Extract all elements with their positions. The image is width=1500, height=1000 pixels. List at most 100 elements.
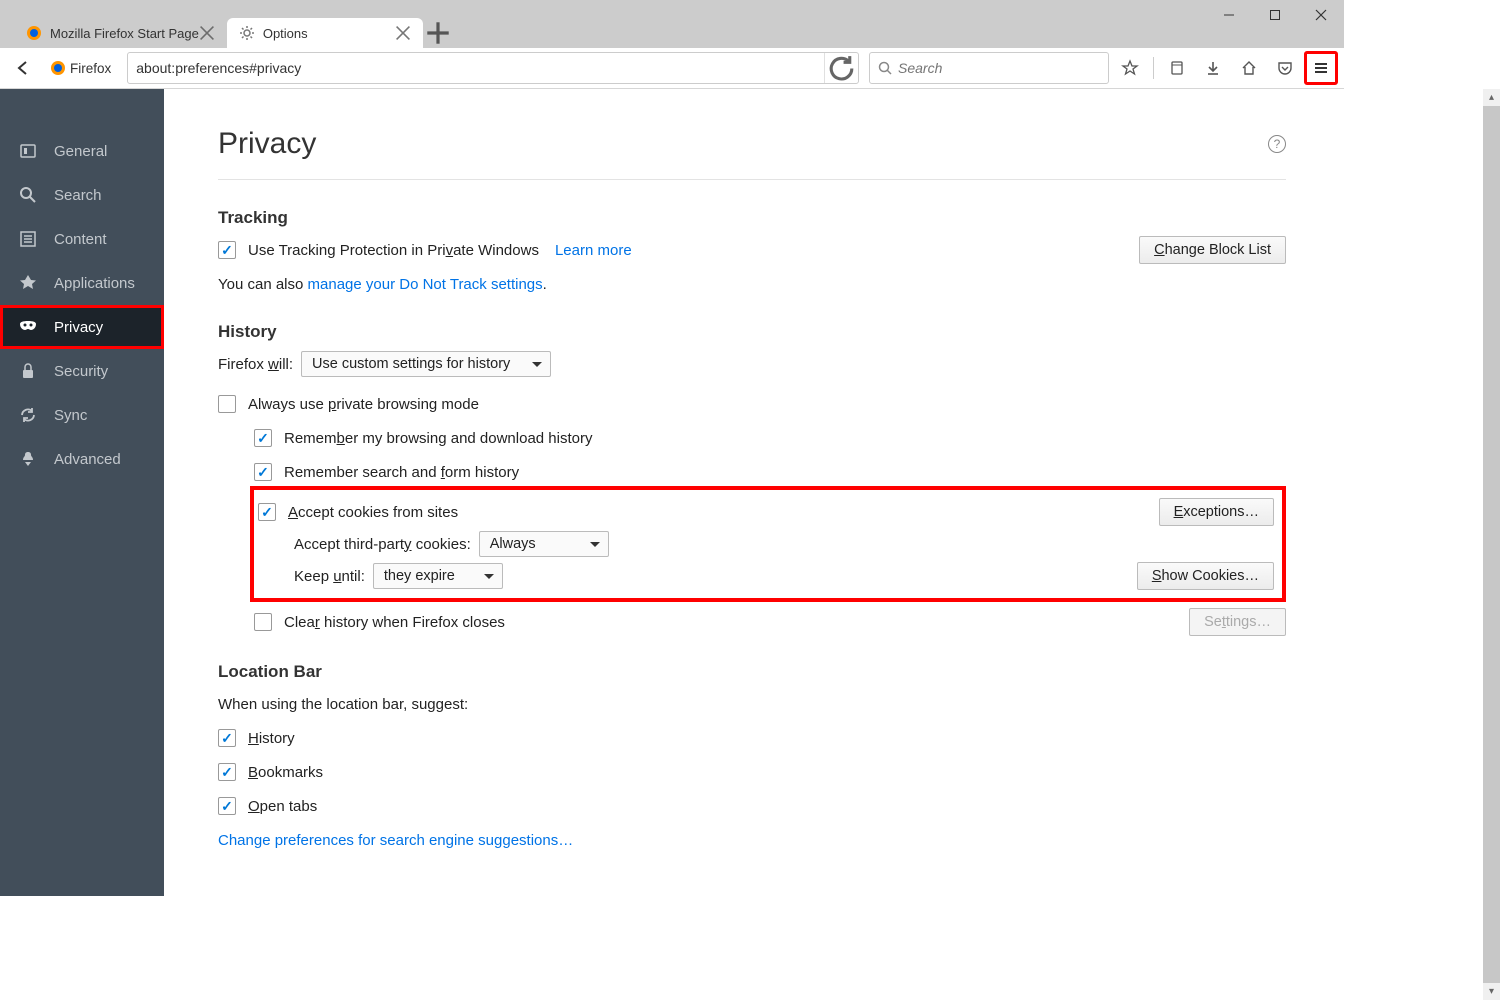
home-button[interactable] [1232,51,1266,85]
sidebar-item-label: Sync [54,407,87,424]
preferences-sidebar: General Search Content Applications Priv… [0,89,164,896]
downloads-button[interactable] [1196,51,1230,85]
manage-dnt-link[interactable]: manage your Do Not Track settings [308,276,543,293]
cookies-highlight-box: Accept cookies from sites Exceptions… Ac… [250,486,1286,602]
always-private-label: Always use private browsing mode [248,396,479,413]
vertical-scrollbar[interactable]: ▴ ▾ [1483,89,1500,1000]
third-party-label: Accept third-party cookies: [294,536,471,553]
tab-label: Options [263,26,308,41]
accept-cookies-checkbox[interactable] [258,503,276,521]
clear-on-close-checkbox[interactable] [254,613,272,631]
hamburger-menu-button[interactable] [1304,51,1338,85]
search-bar[interactable] [869,52,1109,84]
scroll-up-arrow[interactable]: ▴ [1483,89,1500,106]
third-party-select[interactable]: Always [479,531,609,557]
lock-icon [18,361,38,381]
help-icon[interactable]: ? [1268,135,1286,153]
tracking-protection-checkbox[interactable] [218,241,236,259]
scrollbar-thumb[interactable] [1483,106,1500,983]
new-tab-button[interactable] [423,18,453,48]
identity-box[interactable]: Firefox [44,60,117,76]
content-icon [18,229,38,249]
section-heading-tracking: Tracking [218,208,1286,228]
remember-searchform-checkbox[interactable] [254,463,272,481]
suggest-history-checkbox[interactable] [218,729,236,747]
pocket-button[interactable] [1268,51,1302,85]
sidebar-item-applications[interactable]: Applications [0,261,164,305]
sidebar-item-advanced[interactable]: Advanced [0,437,164,481]
window-maximize-button[interactable] [1252,0,1298,30]
suggest-opentabs-checkbox[interactable] [218,797,236,815]
sidebar-item-label: Privacy [54,319,103,336]
keep-until-select[interactable]: they expire [373,563,503,589]
url-bar[interactable] [127,52,859,84]
window-titlebar: Mozilla Firefox Start Page Options [0,0,1344,48]
nav-toolbar: Firefox [0,48,1344,89]
url-input[interactable] [128,60,824,76]
privacy-mask-icon [18,317,38,337]
history-mode-select[interactable]: Use custom settings for history [301,351,551,377]
sidebar-item-search[interactable]: Search [0,173,164,217]
search-icon [18,185,38,205]
sidebar-item-label: Applications [54,275,135,292]
sidebar-item-sync[interactable]: Sync [0,393,164,437]
sidebar-item-label: General [54,143,107,160]
general-icon [18,141,38,161]
tab-start-page[interactable]: Mozilla Firefox Start Page [14,18,227,48]
firefox-icon [26,25,42,41]
keep-until-label: Keep until: [294,568,365,585]
change-search-suggestions-link[interactable]: Change preferences for search engine sug… [218,832,573,849]
always-private-checkbox[interactable] [218,395,236,413]
dnt-text: You can also manage your Do Not Track se… [218,276,547,293]
show-cookies-button[interactable]: Show Cookies… [1137,562,1274,590]
page-title: Privacy ? [218,127,1286,180]
remember-history-checkbox[interactable] [254,429,272,447]
gear-icon [239,25,255,41]
clear-on-close-label: Clear history when Firefox closes [284,614,505,631]
sidebar-item-label: Search [54,187,102,204]
advanced-icon [18,449,38,469]
sidebar-item-general[interactable]: General [0,129,164,173]
window-close-button[interactable] [1298,0,1344,30]
reload-button[interactable] [824,53,858,83]
preferences-main: Privacy ? Tracking Use Tracking Protecti… [164,89,1344,896]
exceptions-button[interactable]: Exceptions… [1159,498,1274,526]
search-icon [878,61,892,75]
identity-label: Firefox [70,61,111,76]
tab-options[interactable]: Options [227,18,423,48]
bookmark-star-button[interactable] [1113,51,1147,85]
remember-history-label: Remember my browsing and download histor… [284,430,592,447]
scroll-down-arrow[interactable]: ▾ [1483,983,1500,1000]
library-button[interactable] [1160,51,1194,85]
search-input[interactable] [898,60,1100,76]
suggest-bookmarks-label: Bookmarks [248,764,323,781]
sidebar-item-privacy[interactable]: Privacy [0,305,164,349]
location-intro-text: When using the location bar, suggest: [218,696,468,713]
firefox-will-label: Firefox will: [218,356,293,373]
suggest-bookmarks-checkbox[interactable] [218,763,236,781]
sidebar-item-label: Advanced [54,451,121,468]
window-minimize-button[interactable] [1206,0,1252,30]
sidebar-item-security[interactable]: Security [0,349,164,393]
clear-settings-button[interactable]: Settings… [1189,608,1286,636]
tracking-protection-label: Use Tracking Protection in Private Windo… [248,242,539,259]
sidebar-item-content[interactable]: Content [0,217,164,261]
change-block-list-button[interactable]: Change Block List [1139,236,1286,264]
close-icon[interactable] [199,25,215,41]
sync-icon [18,405,38,425]
applications-icon [18,273,38,293]
suggest-opentabs-label: Open tabs [248,798,317,815]
sidebar-item-label: Content [54,231,107,248]
firefox-icon [50,60,66,76]
section-heading-location: Location Bar [218,662,1286,682]
tab-label: Mozilla Firefox Start Page [50,26,199,41]
separator [1153,57,1154,79]
back-button[interactable] [6,51,40,85]
section-heading-history: History [218,322,1286,342]
close-icon[interactable] [395,25,411,41]
suggest-history-label: History [248,730,295,747]
accept-cookies-label: Accept cookies from sites [288,504,458,521]
learn-more-link[interactable]: Learn more [555,242,632,259]
remember-searchform-label: Remember search and form history [284,464,519,481]
sidebar-item-label: Security [54,363,108,380]
